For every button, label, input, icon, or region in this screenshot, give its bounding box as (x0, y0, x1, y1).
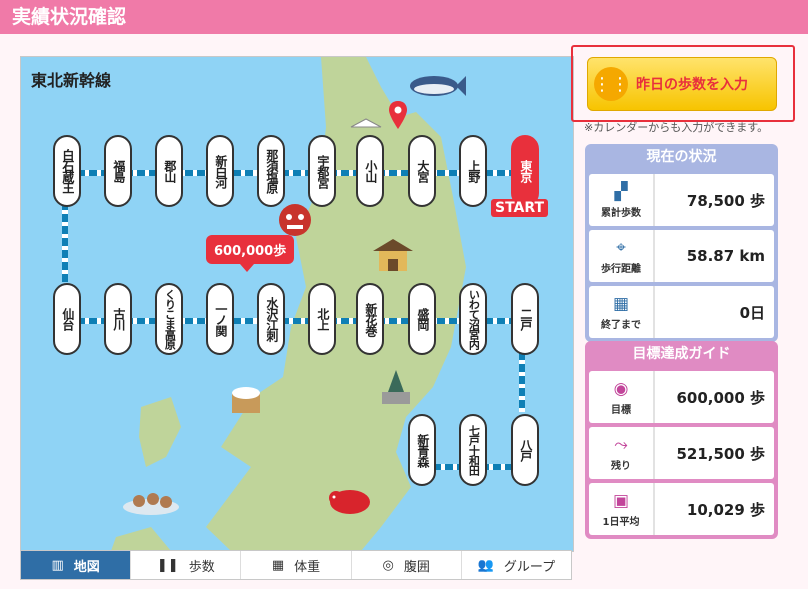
daily-calendar-icon: ▣ (612, 490, 630, 511)
view-tabs: ▥ 地図 ❚❚ 歩数 ▦ 体重 ◎ 腹囲 👥 グループ (20, 550, 572, 580)
station-koriyama[interactable]: 郡山 (155, 135, 183, 207)
station-ueno[interactable]: 上野 (459, 135, 487, 207)
station-omiya[interactable]: 大宮 (408, 135, 436, 207)
remaining-route-icon: ⤳ (614, 434, 628, 455)
map-title: 東北新幹線 (31, 71, 112, 90)
station-kitakami[interactable]: 北上 (308, 283, 336, 355)
statue-illustration-icon (382, 370, 410, 404)
status-row-distance: ⌖ 歩行距離 58.87 km (589, 230, 774, 282)
goal-guide-panel: 目標達成ガイド ◉ 目標 600,000 歩 ⤳ 残り 521,500 歩 ▣ 1日平… (585, 341, 778, 539)
route-icon: ⌖ (616, 237, 626, 258)
tab-waist[interactable]: ◎ 腹囲 (352, 551, 462, 579)
location-pin-icon (389, 101, 407, 129)
calendar-note: ※カレンダーからも入力ができます。 (584, 121, 769, 134)
input-button-highlight: ⋮⋮ 昨日の歩数を入力 (571, 45, 795, 122)
guide-row-remaining: ⤳ 残り 521,500 歩 (589, 427, 774, 479)
akabeko-illustration-icon (329, 490, 370, 514)
tab-map[interactable]: ▥ 地図 (21, 551, 132, 579)
station-kurikoma-kogen[interactable]: くりこま高原 (155, 283, 183, 355)
start-label: START (491, 199, 549, 217)
station-tokyo[interactable]: 東京 (511, 135, 539, 207)
tab-group[interactable]: 👥 グループ (462, 551, 571, 579)
tab-steps[interactable]: ❚❚ 歩数 (131, 551, 242, 579)
station-utsunomiya[interactable]: 宇都宮 (308, 135, 336, 207)
onsen-monkeys-illustration-icon (123, 493, 179, 515)
calendar-icon: ▦ (612, 293, 630, 314)
namahage-illustration-icon (279, 204, 311, 236)
station-ninohe[interactable]: 二戸 (511, 283, 539, 355)
map-icon: ▥ (51, 557, 64, 573)
station-iwate-numakunai[interactable]: いわて沼宮内 (459, 283, 487, 355)
station-furukawa[interactable]: 古川 (104, 283, 132, 355)
tuna-illustration-icon (410, 76, 466, 96)
station-shin-hanamaki[interactable]: 新花巻 (356, 283, 384, 355)
input-steps-button[interactable]: ⋮⋮ 昨日の歩数を入力 (587, 57, 777, 111)
station-shiroishizao[interactable]: 白石蔵王 (53, 135, 81, 207)
route-map: 東北新幹線 白石蔵王 福島 郡山 新白河 那須塩原 宇都宮 小山 大宮 上野 東… (20, 56, 574, 552)
rail-left (62, 202, 68, 282)
station-shin-aomori[interactable]: 新青森 (408, 414, 436, 486)
station-mizusawa-esashi[interactable]: 水沢江刺 (257, 283, 285, 355)
rice-box-illustration-icon (232, 387, 260, 413)
goal-bubble: 600,000歩 (206, 235, 295, 272)
station-ichinoseki[interactable]: 一ノ関 (206, 283, 234, 355)
station-shichinohe-towada[interactable]: 七戸十和田 (459, 414, 487, 486)
station-fukushima[interactable]: 福島 (104, 135, 132, 207)
goal-pin-icon: ◉ (613, 378, 629, 399)
page-title: 実績状況確認 (0, 0, 808, 34)
group-icon: 👥 (477, 557, 494, 573)
status-row-total-steps: ▞ 累計歩数 78,500 歩 (589, 174, 774, 226)
tab-weight[interactable]: ▦ 体重 (241, 551, 352, 579)
goal-guide-title: 目標達成ガイド (632, 346, 731, 362)
guide-row-daily-average: ▣ 1日平均 10,029 歩 (589, 483, 774, 535)
status-row-days-left: ▦ 終了まで 0日 (589, 286, 774, 338)
station-sendai[interactable]: 仙台 (53, 283, 81, 355)
footprints-icon: ⋮⋮ (593, 67, 629, 101)
footprints-icon: ❚❚ (156, 557, 179, 573)
status-panel-title: 現在の状況 (646, 149, 717, 165)
station-nasushiobara[interactable]: 那須塩原 (257, 135, 285, 207)
scale-icon: ▦ (271, 557, 285, 573)
station-morioka[interactable]: 盛岡 (408, 283, 436, 355)
rail-middle (65, 318, 525, 324)
waist-icon: ◎ (382, 557, 394, 573)
status-panel: 現在の状況 ▞ 累計歩数 78,500 歩 ⌖ 歩行距離 58.87 km ▦ 終了ま… (585, 144, 778, 342)
rail-top (65, 170, 525, 176)
station-shin-shirakawa[interactable]: 新白河 (206, 135, 234, 207)
temple-illustration-icon (373, 239, 413, 271)
footprints-icon: ▞ (614, 181, 628, 202)
station-oyama[interactable]: 小山 (356, 135, 384, 207)
station-hachinohe[interactable]: 八戸 (511, 414, 539, 486)
rail-right (519, 352, 525, 412)
guide-row-goal: ◉ 目標 600,000 歩 (589, 371, 774, 423)
